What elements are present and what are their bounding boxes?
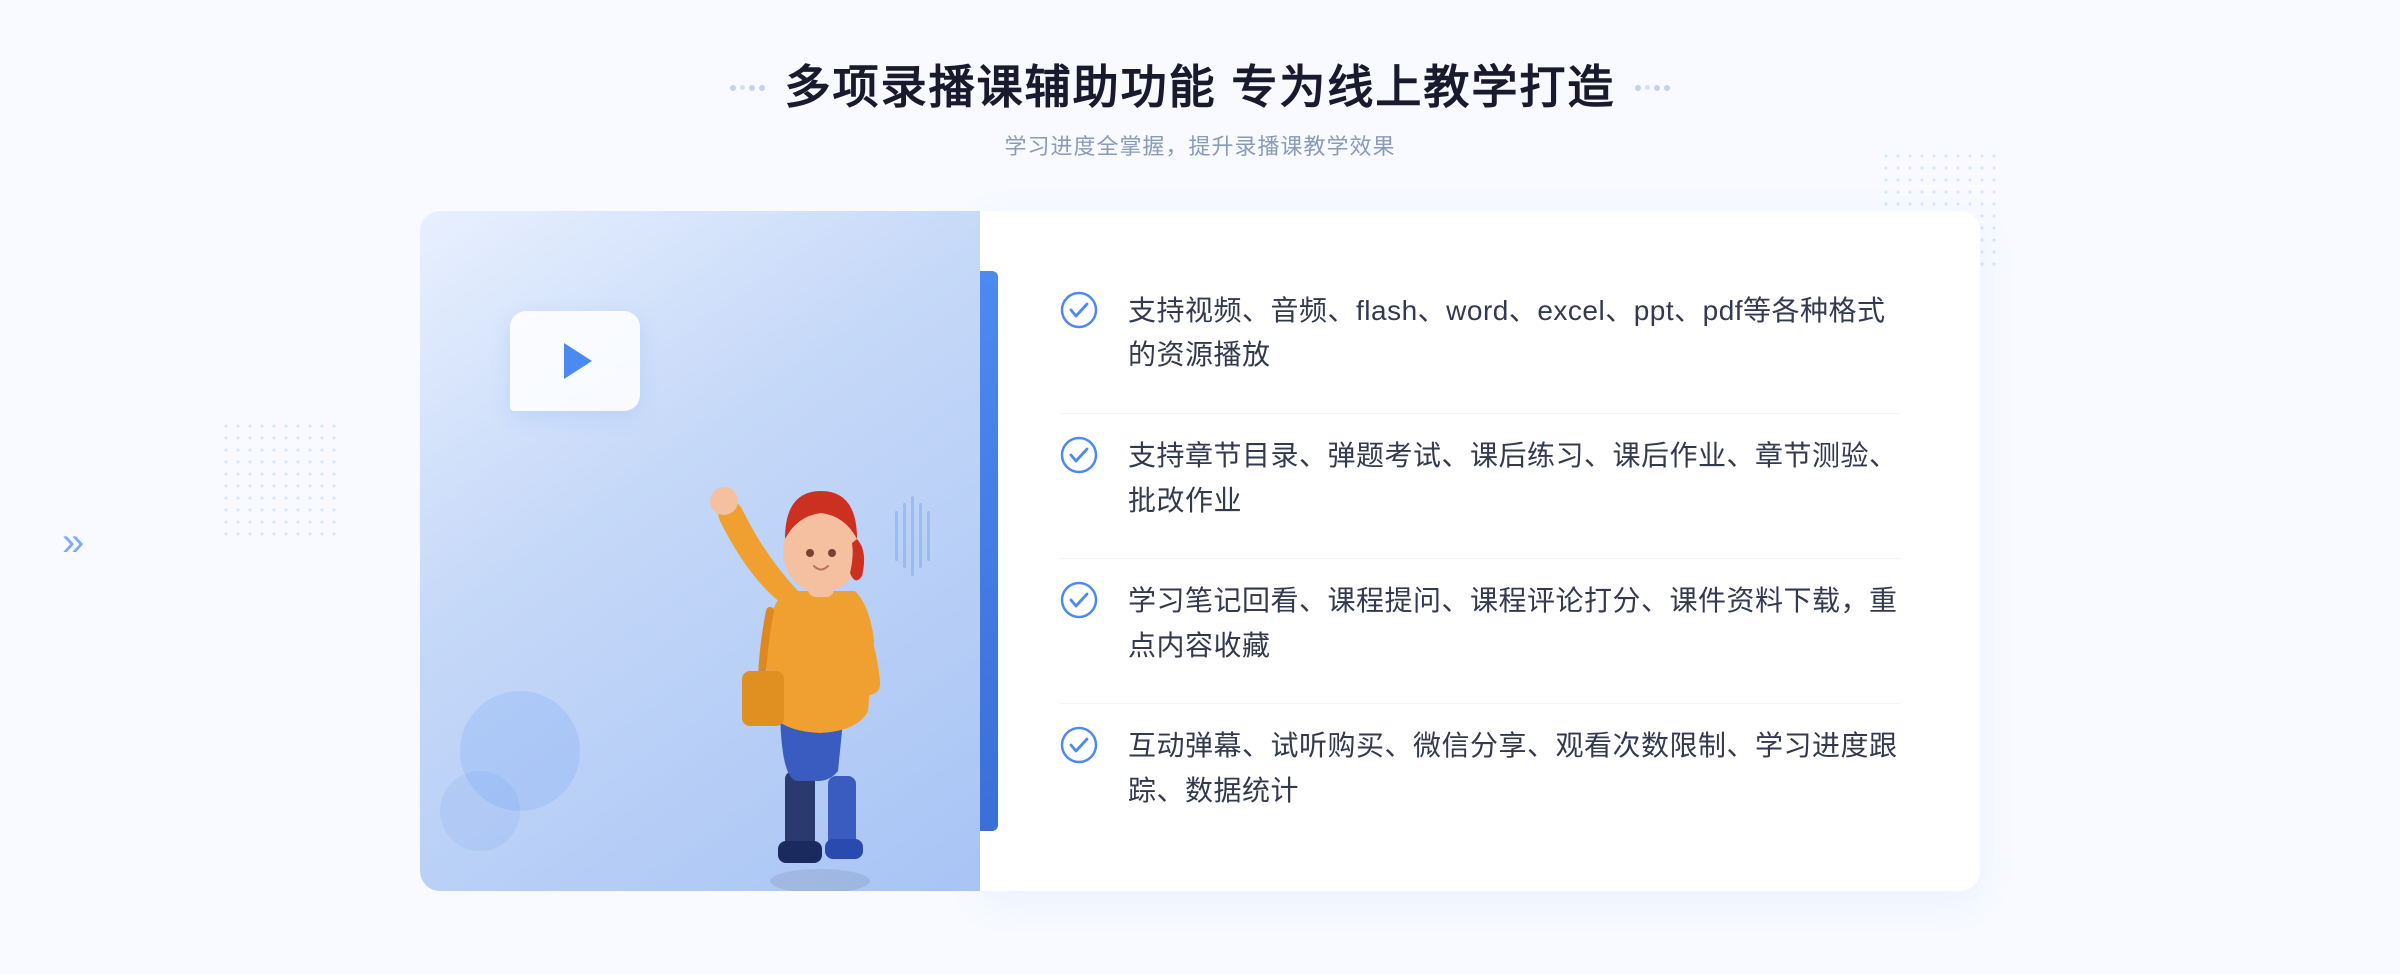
page-container: » 多项录播课辅助功能 专为线上教学打造 学习进度全掌握，提升录播课教学效果 xyxy=(0,0,2400,974)
feature-item-3: 学习笔记回看、课程提问、课程评论打分、课件资料下载，重点内容收藏 xyxy=(1060,558,1900,689)
play-triangle-icon xyxy=(564,343,592,379)
person-illustration xyxy=(690,391,950,891)
feature-text-3: 学习笔记回看、课程提问、课程评论打分、课件资料下载，重点内容收藏 xyxy=(1128,579,1900,669)
illustration-panel xyxy=(420,211,980,891)
feature-item-2: 支持章节目录、弹题考试、课后练习、课后作业、章节测验、批改作业 xyxy=(1060,413,1900,544)
main-title: 多项录播课辅助功能 专为线上教学打造 xyxy=(785,60,1616,115)
accent-bar xyxy=(980,271,998,831)
check-icon-4 xyxy=(1060,726,1098,764)
feature-text-4: 互动弹幕、试听购买、微信分享、观看次数限制、学习进度跟踪、数据统计 xyxy=(1128,724,1900,814)
feature-item-1: 支持视频、音频、flash、word、excel、ppt、pdf等各种格式的资源… xyxy=(1060,269,1900,399)
check-icon-3 xyxy=(1060,581,1098,619)
header-section: 多项录播课辅助功能 专为线上教学打造 学习进度全掌握，提升录播课教学效果 xyxy=(730,60,1671,161)
feature-text-1: 支持视频、音频、flash、word、excel、ppt、pdf等各种格式的资源… xyxy=(1128,289,1900,379)
feature-item-4: 互动弹幕、试听购买、微信分享、观看次数限制、学习进度跟踪、数据统计 xyxy=(1060,703,1900,834)
chevron-left-icon: » xyxy=(62,520,84,565)
feature-text-2: 支持章节目录、弹题考试、课后练习、课后作业、章节测验、批改作业 xyxy=(1128,434,1900,524)
check-icon-1 xyxy=(1060,291,1098,329)
deco-circle-2 xyxy=(440,771,520,851)
subtitle: 学习进度全掌握，提升录播课教学效果 xyxy=(730,129,1671,161)
dot-decorator-right xyxy=(1635,85,1670,91)
play-bubble xyxy=(510,311,640,411)
header-decorators: 多项录播课辅助功能 专为线上教学打造 xyxy=(730,60,1671,115)
features-panel: 支持视频、音频、flash、word、excel、ppt、pdf等各种格式的资源… xyxy=(980,211,1980,891)
dot-pattern-left xyxy=(220,420,340,540)
dot-decorator-left xyxy=(730,85,765,91)
check-icon-2 xyxy=(1060,436,1098,474)
content-area: 支持视频、音频、flash、word、excel、ppt、pdf等各种格式的资源… xyxy=(420,211,1980,891)
